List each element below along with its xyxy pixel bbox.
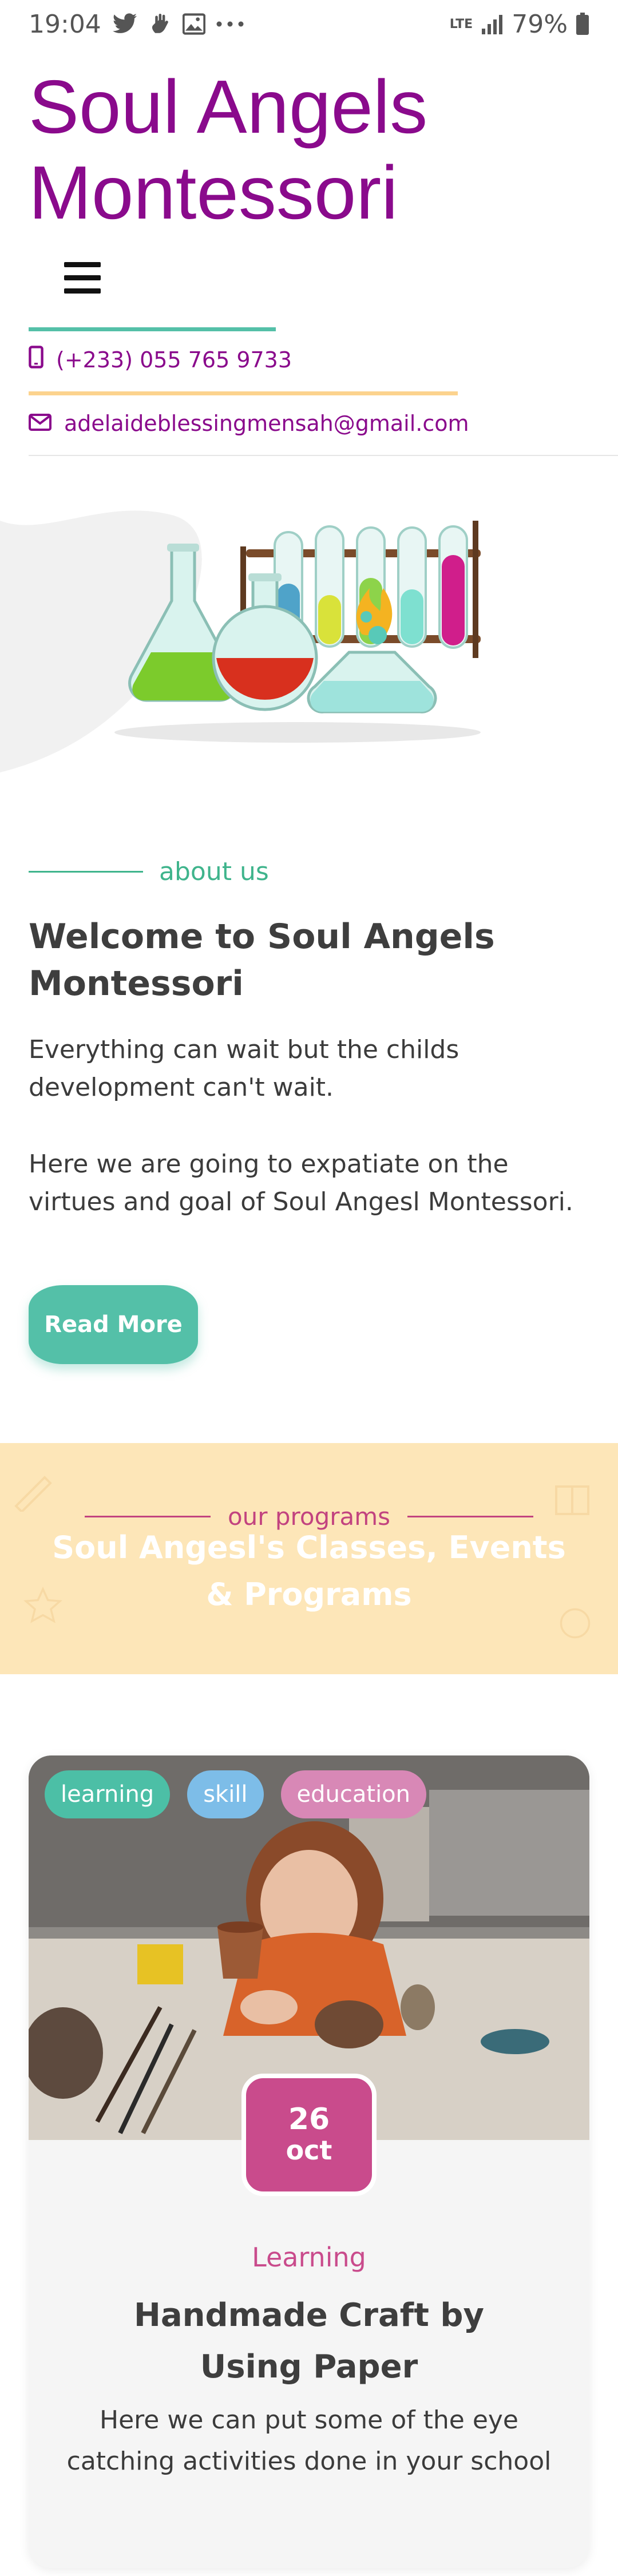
tag-learning[interactable]: learning [45, 1770, 171, 1818]
programs-title: Soul Angesl's Classes, Events & Programs [52, 1529, 566, 1612]
battery-icon [576, 13, 589, 35]
network-type: LTE [449, 17, 473, 31]
twitter-icon [112, 13, 138, 35]
phone-contact[interactable]: (+233) 055 765 9733 [29, 346, 292, 374]
lab-glassware-illustration [0, 510, 481, 772]
site-title[interactable]: Soul Angels Montessori [29, 64, 589, 236]
program-card[interactable]: learning skill education 26 oct Learning… [29, 1755, 589, 2568]
eyebrow-rule-left [84, 1516, 211, 1517]
status-time: 19:04 [29, 9, 101, 39]
gallery-icon [182, 13, 205, 35]
tag-skill[interactable]: skill [187, 1770, 264, 1818]
tag-education[interactable]: education [280, 1770, 427, 1818]
date-badge: 26 oct [241, 2074, 377, 2196]
battery-percent: 79% [512, 9, 568, 39]
about-paragraph-1: Everything can wait but the childs devel… [29, 1035, 459, 1102]
signal-icon [481, 14, 504, 34]
read-more-button[interactable]: Read More [29, 1285, 198, 1364]
header-divider [29, 455, 618, 456]
about-label: about us [159, 857, 269, 886]
wave-hand-icon [148, 12, 172, 36]
envelope-icon [29, 411, 52, 436]
hero-section [0, 463, 618, 784]
card-category[interactable]: Learning [29, 2242, 589, 2273]
date-month: oct [286, 2135, 332, 2166]
date-day: 26 [288, 2102, 330, 2137]
programs-banner: our programs Soul Angesl's Classes, Even… [0, 1443, 618, 1674]
card-tags: learning skill education [45, 1770, 427, 1818]
divider-yellow [29, 391, 458, 395]
card-description: Here we can put some of the eye catching… [66, 2405, 552, 2476]
eyebrow-rule [29, 871, 143, 873]
phone-icon [29, 346, 43, 374]
more-dots-icon [216, 21, 244, 27]
about-paragraph-2: Here we are going to expatiate on the vi… [29, 1150, 573, 1216]
phone-number[interactable]: (+233) 055 765 9733 [56, 347, 292, 372]
email-address[interactable]: adelaideblessingmensah@gmail.com [64, 411, 469, 436]
eyebrow-rule-right [407, 1516, 534, 1517]
email-contact[interactable]: adelaideblessingmensah@gmail.com [29, 411, 469, 436]
about-eyebrow: about us [29, 857, 269, 886]
card-title[interactable]: Handmade Craft by Using Paper [80, 2290, 538, 2393]
divider-teal [29, 327, 276, 331]
about-heading: Welcome to Soul Angels Montessori [29, 917, 495, 1004]
status-bar: 19:04 LTE 79% [0, 0, 618, 48]
hamburger-menu-icon[interactable] [64, 262, 101, 294]
